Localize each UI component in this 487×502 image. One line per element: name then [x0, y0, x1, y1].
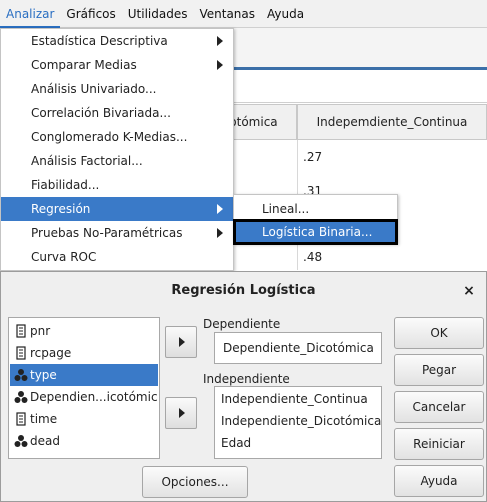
submenu-arrow-icon — [217, 228, 223, 238]
menu-ventanas[interactable]: Ventanas — [193, 0, 261, 28]
dependiente-label: Dependiente — [203, 317, 281, 331]
list-item-label: type — [30, 368, 57, 382]
list-item[interactable]: rcpage — [10, 342, 158, 364]
list-item[interactable]: Dependien...icotómica — [10, 386, 158, 408]
arrow-right-icon — [179, 337, 185, 347]
nominal-icon — [14, 435, 28, 447]
menu-item-curva-roc[interactable]: Curva ROC — [1, 245, 233, 269]
list-item[interactable]: time — [10, 408, 158, 430]
menu-item-label: Comparar Medias — [31, 58, 137, 72]
menu-item-analisis-univariado[interactable]: Análisis Univariado... — [1, 77, 233, 101]
submenu-item-lineal[interactable]: Lineal... — [234, 197, 397, 221]
submenu-arrow-icon — [217, 36, 223, 46]
menu-item-label: Fiabilidad... — [31, 178, 100, 192]
list-item[interactable]: Independiente_Continua — [221, 388, 368, 410]
menu-item-regresion[interactable]: Regresión — [1, 197, 233, 221]
scale-icon — [16, 346, 26, 360]
ok-button[interactable]: OK — [394, 317, 484, 349]
menu-item-label: Estadística Descriptiva — [31, 34, 168, 48]
menu-item-conglomerado-k-medias[interactable]: Conglomerado K-Medias... — [1, 125, 233, 149]
menu-item-pruebas-no-parametricas[interactable]: Pruebas No-Paramétricas — [1, 221, 233, 245]
menu-item-comparar-medias[interactable]: Comparar Medias — [1, 53, 233, 77]
submenu-arrow-icon — [217, 204, 223, 214]
scale-icon — [16, 324, 26, 338]
move-to-dependiente-button[interactable] — [165, 326, 197, 358]
arrow-right-icon — [179, 408, 185, 418]
menu-analizar[interactable]: Analizar — [0, 0, 61, 28]
submenu-arrow-icon — [217, 60, 223, 70]
menu-item-label: Correlación Bivariada... — [31, 106, 171, 120]
list-item-label: time — [30, 412, 58, 426]
menu-graficos[interactable]: Gráficos — [60, 0, 121, 28]
menu-bar: Analizar Gráficos Utilidades Ventanas Ay… — [0, 0, 487, 28]
list-item-label: rcpage — [30, 346, 72, 360]
list-item-label: pnr — [30, 324, 51, 338]
column-header[interactable]: Indepemdiente_Continua — [297, 104, 487, 140]
reiniciar-button[interactable]: Reiniciar — [394, 428, 484, 460]
menu-item-label: Análisis Univariado... — [31, 82, 157, 96]
independiente-list[interactable]: Independiente_Continua Independiente_Dic… — [214, 386, 382, 459]
nominal-icon — [14, 391, 28, 403]
menu-item-label: Regresión — [31, 202, 91, 216]
menu-item-label: Pruebas No-Paramétricas — [31, 226, 183, 240]
list-item[interactable]: dead — [10, 430, 158, 452]
cancelar-button[interactable]: Cancelar — [394, 391, 484, 423]
regresion-logistica-dialog: Regresión Logística × pnr rcpage type De… — [0, 271, 487, 502]
close-icon[interactable]: × — [460, 282, 478, 300]
regresion-submenu: Lineal... Logística Binaria... — [233, 194, 398, 245]
scale-icon — [16, 412, 26, 426]
list-item[interactable]: Edad — [221, 432, 251, 454]
list-item-label: dead — [30, 434, 60, 448]
menu-item-label: Análisis Factorial... — [31, 154, 143, 168]
grid-cell[interactable]: .48 — [297, 242, 487, 272]
menu-item-label: Curva ROC — [31, 250, 97, 264]
menu-ayuda[interactable]: Ayuda — [261, 0, 310, 28]
dialog-title: Regresión Logística — [171, 283, 316, 298]
menu-item-estadistica-descriptiva[interactable]: Estadística Descriptiva — [1, 29, 233, 53]
submenu-item-logistica-binaria[interactable]: Logística Binaria... — [233, 219, 398, 245]
list-item[interactable]: pnr — [10, 320, 158, 342]
opciones-button[interactable]: Opciones... — [142, 466, 248, 498]
dependiente-field[interactable]: Dependiente_Dicotómica — [214, 332, 382, 364]
menu-item-label: Conglomerado K-Medias... — [31, 130, 188, 144]
list-item-label: Dependien...icotómica — [30, 390, 158, 404]
menu-item-fiabilidad[interactable]: Fiabilidad... — [1, 173, 233, 197]
menu-item-correlacion-bivariada[interactable]: Correlación Bivariada... — [1, 101, 233, 125]
list-item[interactable]: type — [10, 364, 158, 386]
list-item[interactable]: Independiente_Dicotómica — [221, 410, 381, 432]
menu-item-analisis-factorial[interactable]: Análisis Factorial... — [1, 149, 233, 173]
move-to-independiente-button[interactable] — [165, 397, 197, 429]
analizar-menu: Estadística Descriptiva Comparar Medias … — [0, 28, 234, 271]
menu-utilidades[interactable]: Utilidades — [122, 0, 194, 28]
grid-cell[interactable]: .27 — [297, 142, 487, 172]
nominal-icon — [14, 369, 28, 381]
pegar-button[interactable]: Pegar — [394, 354, 484, 386]
variable-list[interactable]: pnr rcpage type Dependien...icotómica ti… — [8, 317, 160, 459]
ayuda-button[interactable]: Ayuda — [394, 465, 484, 497]
independiente-label: Independiente — [203, 372, 290, 386]
